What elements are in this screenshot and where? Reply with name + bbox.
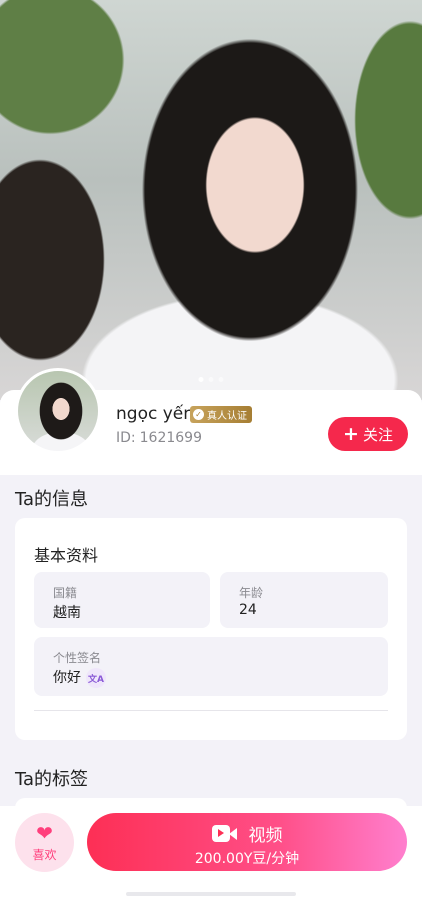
age-label: 年龄 [239, 586, 264, 600]
verified-badge-label: 真人认证 [207, 411, 247, 422]
like-label: 喜欢 [32, 847, 57, 862]
photo-pager [198, 377, 224, 382]
user-id-label: ID: [116, 430, 136, 446]
verified-check-icon: ✓ [193, 409, 204, 420]
divider [34, 710, 388, 711]
heart-icon: ❤ [36, 820, 53, 845]
avatar[interactable] [15, 368, 101, 454]
nationality-value: 越南 [53, 605, 81, 621]
video-price: 200.00Y豆/分钟 [194, 851, 300, 867]
info-card: 基本资料 国籍 越南 年龄 24 个性签名 你好 文A [15, 518, 407, 740]
signature-field: 个性签名 你好 文A [34, 637, 388, 696]
basic-info-title: 基本资料 [34, 546, 99, 565]
follow-label: 关注 [362, 425, 393, 444]
pager-dot [198, 377, 204, 382]
profile-photo[interactable] [0, 0, 422, 400]
signature-label: 个性签名 [53, 651, 102, 665]
nationality-field: 国籍 越南 [34, 572, 210, 628]
follow-button[interactable]: + 关注 [328, 417, 408, 451]
age-value: 24 [239, 602, 257, 618]
translate-icon[interactable]: 文A [86, 668, 106, 688]
verified-badge: ✓ 真人认证 [190, 406, 252, 423]
info-section-title: Ta的信息 [15, 489, 89, 510]
like-button[interactable]: ❤ 喜欢 [15, 813, 74, 872]
pager-dot [218, 377, 224, 382]
user-name: ngọc yến [116, 404, 195, 424]
home-indicator [126, 892, 296, 896]
user-id: ID: 1621699 [116, 430, 202, 446]
video-camera-icon [211, 824, 237, 843]
tags-section-title: Ta的标签 [15, 769, 89, 790]
video-call-row: 视频 [87, 821, 407, 846]
signature-value-row: 你好 文A [53, 667, 106, 688]
video-call-button[interactable]: 视频 200.00Y豆/分钟 [87, 813, 407, 871]
age-field: 年龄 24 [220, 572, 388, 628]
nationality-label: 国籍 [53, 586, 78, 600]
signature-value: 你好 [53, 670, 81, 686]
plus-icon: + [343, 422, 359, 445]
user-id-value: 1621699 [139, 430, 202, 446]
video-label: 视频 [248, 826, 283, 846]
pager-dot [208, 377, 214, 382]
